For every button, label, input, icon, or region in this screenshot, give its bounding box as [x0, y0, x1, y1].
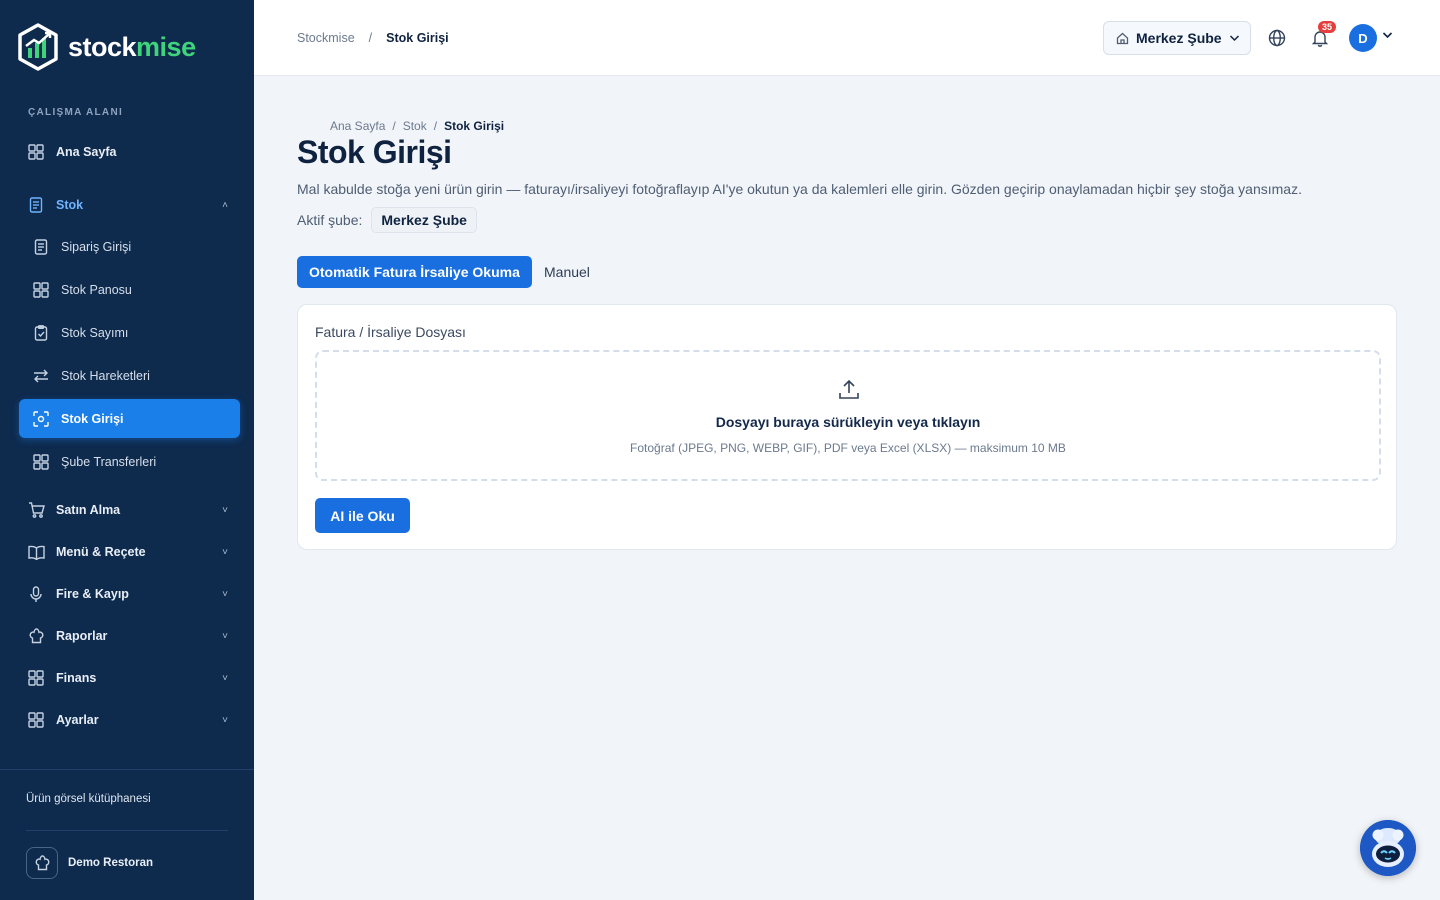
clipboard-check-icon: [32, 324, 50, 342]
ai-read-button[interactable]: AI ile Oku: [315, 498, 410, 533]
brand-name: stockmise: [68, 31, 196, 62]
workspace-section-title: ÇALIŞMA ALANI: [28, 107, 124, 118]
active-branch-chip: Merkez Şube: [371, 207, 477, 233]
grid-icon: [27, 143, 45, 161]
breadcrumb-separator: /: [368, 31, 373, 45]
sidebar-item-stok[interactable]: Stok ˄: [19, 186, 240, 224]
sidebar-item-label: Stok Sayımı: [61, 326, 129, 340]
sidebar-item-menu-recete[interactable]: Menü & Reçete ˅: [19, 533, 240, 571]
active-branch-row: Aktif şube: Merkez Şube: [297, 207, 477, 233]
image-library-link[interactable]: Ürün görsel kütüphanesi: [26, 793, 151, 805]
breadcrumb-current: Stok Girişi: [386, 31, 449, 45]
chevron-down-icon: ˅: [222, 672, 228, 684]
breadcrumb-current: Stok Girişi: [444, 119, 505, 133]
chef-hat-icon: [26, 847, 58, 879]
chevron-down-icon[interactable]: [1382, 31, 1393, 39]
microphone-icon: [27, 585, 45, 603]
chevron-down-icon: ˅: [222, 546, 228, 558]
sidebar-item-stok-sayimi[interactable]: Stok Sayımı: [19, 314, 240, 352]
dropzone-title: Dosyayı buraya sürükleyin veya tıklayın: [715, 414, 981, 430]
sidebar-item-label: Fire & Kayıp: [56, 587, 129, 601]
chevron-down-icon: ˅: [222, 588, 228, 600]
chef-hat-icon: [27, 627, 45, 645]
sidebar-item-raporlar[interactable]: Raporlar ˅: [19, 617, 240, 655]
assistant-chat-button[interactable]: [1360, 820, 1416, 876]
grid-icon: [27, 669, 45, 687]
chevron-up-icon: ˄: [222, 199, 228, 211]
sidebar-item-finans[interactable]: Finans ˅: [19, 659, 240, 697]
sidebar-item-label: Stok Panosu: [61, 283, 132, 297]
sidebar-item-label: Stok Girişi: [61, 411, 124, 426]
store-icon: [1116, 32, 1129, 44]
notification-badge: 35: [1318, 21, 1337, 33]
arrows-swap-icon: [32, 367, 50, 385]
sidebar-item-label: Stok Hareketleri: [61, 369, 150, 383]
sidebar-item-satin-alma[interactable]: Satın Alma ˅: [19, 491, 240, 529]
upload-icon: [839, 379, 859, 399]
sidebar-item-label: Şube Transferleri: [61, 455, 157, 469]
dropzone-hint: Fotoğraf (JPEG, PNG, WEBP, GIF), PDF vey…: [630, 441, 1066, 455]
page-description: Mal kabulde stoğa yeni ürün girin — fatu…: [297, 181, 1302, 197]
sidebar-item-siparis-girisi[interactable]: Sipariş Girişi: [19, 228, 240, 266]
grid-icon: [27, 711, 45, 729]
sidebar-item-stok-panosu[interactable]: Stok Panosu: [19, 271, 240, 309]
branch-selector[interactable]: Merkez Şube: [1103, 21, 1251, 55]
sidebar-item-label: Raporlar: [56, 629, 108, 643]
sidebar-item-label: Stok: [56, 198, 84, 212]
chevron-down-icon: ˅: [222, 630, 228, 642]
organization-name: Demo Restoran: [68, 857, 153, 869]
sidebar-item-label: Menü & Reçete: [56, 545, 146, 559]
upload-label: Fatura / İrsaliye Dosyası: [315, 324, 466, 340]
breadcrumb-stok[interactable]: Stok: [403, 119, 427, 133]
chevron-down-icon: ˅: [222, 504, 228, 516]
sidebar-item-label: Sipariş Girişi: [61, 240, 132, 254]
upload-card: Fatura / İrsaliye Dosyası Dosyayı buraya…: [297, 304, 1397, 550]
sidebar-divider: [26, 830, 228, 831]
scan-icon: [32, 410, 50, 428]
robot-chef-icon: [1360, 820, 1416, 876]
chevron-down-icon: ˅: [222, 714, 228, 726]
sidebar-item-sube-transferleri[interactable]: Şube Transferleri: [19, 443, 240, 481]
tab-auto-invoice-reading[interactable]: Otomatik Fatura İrsaliye Okuma: [297, 256, 532, 288]
sidebar-item-label: Satın Alma: [56, 503, 121, 517]
globe-icon[interactable]: [1267, 28, 1287, 48]
sidebar: stockmise ÇALIŞMA ALANI Ana Sayfa Stok ˄…: [0, 0, 254, 900]
chevron-down-icon: [1229, 35, 1239, 42]
sidebar-item-label: Ana Sayfa: [56, 145, 117, 159]
avatar[interactable]: D: [1349, 24, 1377, 52]
document-icon: [27, 196, 45, 214]
page-breadcrumb: Ana Sayfa / Stok / Stok Girişi: [330, 119, 504, 133]
breadcrumb-separator: /: [392, 119, 396, 133]
logo-icon: [18, 23, 58, 71]
active-branch-label: Aktif şube:: [297, 212, 363, 228]
sidebar-item-fire-kayip[interactable]: Fire & Kayıp ˅: [19, 575, 240, 613]
organization-switcher[interactable]: Demo Restoran: [26, 847, 153, 879]
book-icon: [27, 543, 45, 561]
sidebar-item-stok-hareketleri[interactable]: Stok Hareketleri: [19, 357, 240, 395]
grid-icon: [32, 453, 50, 471]
sidebar-divider: [0, 769, 254, 770]
page-title: Stok Girişi: [297, 134, 452, 170]
breadcrumb-separator: /: [433, 119, 438, 133]
branch-selector-label: Merkez Şube: [1136, 30, 1222, 46]
top-bar: Stockmise / Stok Girişi Merkez Şube 35 D: [254, 0, 1440, 76]
document-icon: [32, 238, 50, 256]
sidebar-item-ana-sayfa[interactable]: Ana Sayfa: [19, 133, 240, 171]
tab-manual[interactable]: Manuel: [544, 264, 590, 280]
breadcrumb-root[interactable]: Stockmise: [297, 31, 355, 45]
file-dropzone[interactable]: Dosyayı buraya sürükleyin veya tıklayın …: [315, 350, 1381, 481]
brand-logo[interactable]: stockmise: [16, 22, 196, 72]
sidebar-item-label: Ayarlar: [56, 713, 99, 727]
cart-icon: [27, 501, 45, 519]
grid-icon: [32, 281, 50, 299]
sidebar-item-ayarlar[interactable]: Ayarlar ˅: [19, 701, 240, 739]
breadcrumb-home[interactable]: Ana Sayfa: [330, 119, 385, 133]
sidebar-item-stok-girisi[interactable]: Stok Girişi: [19, 399, 240, 438]
breadcrumb: Stockmise / Stok Girişi: [297, 31, 449, 45]
sidebar-item-label: Finans: [56, 671, 97, 685]
